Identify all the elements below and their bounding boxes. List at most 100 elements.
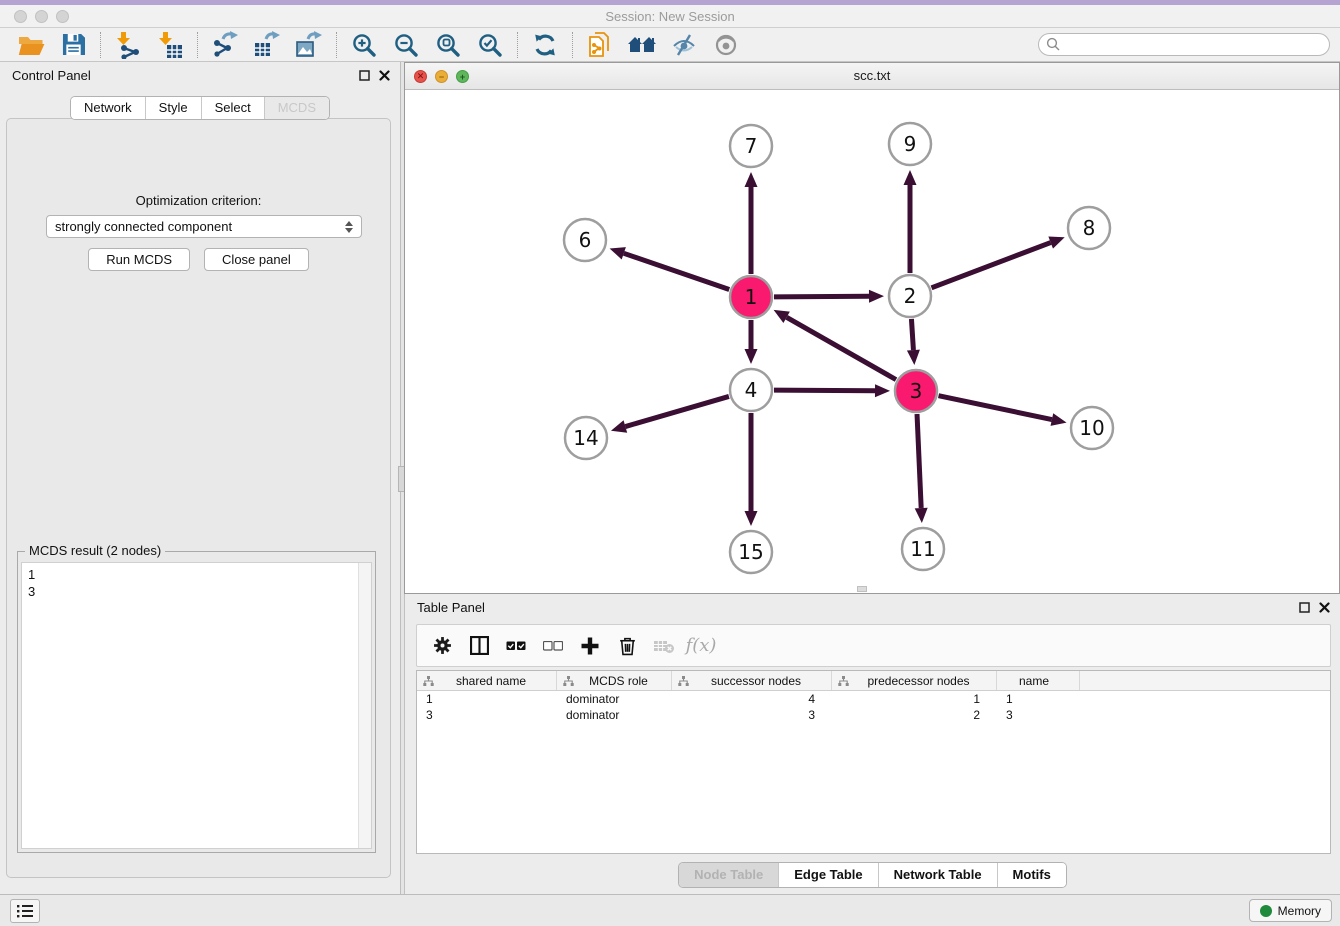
export-image-button[interactable] [293,30,325,60]
table-cell[interactable]: 1 [832,692,997,706]
hide-panel-button[interactable] [668,30,700,60]
float-panel-button[interactable] [359,70,370,81]
graph-edge-3-10[interactable] [939,396,1052,420]
network-window-titlebar[interactable]: ✕ − + scc.txt [405,63,1339,90]
column-header-shared-name[interactable]: shared name [417,671,557,690]
column-header-mcds-role[interactable]: MCDS role [557,671,672,690]
result-line: 3 [28,583,365,600]
table-cell[interactable]: 3 [672,708,832,722]
close-panel-button-mcds[interactable]: Close panel [204,248,309,271]
zoom-fit-icon [435,32,461,58]
column-header-successor-nodes[interactable]: successor nodes [672,671,832,690]
eye-slash-icon [671,32,697,58]
zoom-in-button[interactable] [348,30,380,60]
import-network-icon [114,31,142,59]
graph-edge-1-6[interactable] [624,253,729,289]
run-mcds-button[interactable]: Run MCDS [88,248,190,271]
column-header-name[interactable]: name [997,671,1080,690]
app-titlebar: Session: New Session [0,5,1340,28]
tab-edge-table[interactable]: Edge Table [779,863,878,887]
export-table-icon [253,31,281,59]
zoom-out-icon [393,32,419,58]
graph-node-label-2: 2 [904,284,917,308]
toolbar-separator [517,32,518,58]
search-icon [1046,37,1061,52]
memory-button[interactable]: Memory [1249,899,1332,922]
table-row[interactable]: 3dominator323 [417,707,1330,723]
plus-icon [581,637,599,655]
graph-edge-2-8[interactable] [932,243,1051,288]
export-table-button[interactable] [251,30,283,60]
main-toolbar [0,28,1340,62]
graph-edge-3-1[interactable] [787,317,896,379]
network-view-window: ✕ − + scc.txt 7968124314101511 [404,62,1340,594]
table-settings-button[interactable] [427,631,457,661]
table-cell[interactable]: 3 [417,708,557,722]
criterion-dropdown[interactable]: strongly connected component [46,215,362,238]
delete-table-button-disabled [649,631,679,661]
status-bar: Memory [0,894,1340,926]
tab-motifs[interactable]: Motifs [998,863,1066,887]
zoom-selected-button[interactable] [474,30,506,60]
graph-edge-2-3[interactable] [911,319,913,350]
mcds-result-textarea[interactable]: 13 [21,562,372,849]
task-list-icon [16,903,34,919]
float-icon [1299,602,1310,613]
network-overview-button[interactable] [626,30,658,60]
app-title: Session: New Session [0,9,1340,24]
graph-edge-4-14[interactable] [625,396,729,426]
tab-node-table[interactable]: Node Table [679,863,779,887]
network-canvas[interactable]: 7968124314101511 [405,90,1339,593]
export-image-icon [295,31,323,59]
deselect-all-button[interactable] [538,631,568,661]
deselect-all-icon [543,641,563,651]
function-builder-button-disabled: f(x) [686,631,716,661]
add-column-button[interactable] [575,631,605,661]
delete-column-button[interactable] [612,631,642,661]
zoom-fit-button[interactable] [432,30,464,60]
import-table-button[interactable] [154,30,186,60]
table-cell[interactable]: 2 [832,708,997,722]
table-cell[interactable]: 3 [997,708,1080,722]
mcds-result-group: MCDS result (2 nodes) 13 [17,551,376,853]
tab-network[interactable]: Network [71,97,146,119]
zoom-out-button[interactable] [390,30,422,60]
graph-edge-3-11[interactable] [917,414,921,508]
criterion-value: strongly connected component [55,219,345,234]
search-input[interactable] [1038,33,1330,56]
graph-edge-1-2[interactable] [774,296,869,297]
table-row[interactable]: 1dominator411 [417,691,1330,707]
show-panel-button[interactable] [710,30,742,60]
open-folder-icon [18,33,45,57]
show-columns-button[interactable] [464,631,494,661]
graph-node-label-1: 1 [745,285,758,309]
tab-select[interactable]: Select [202,97,265,119]
table-float-button[interactable] [1299,602,1310,613]
apply-style-button[interactable] [529,30,561,60]
close-panel-button[interactable] [379,70,390,81]
task-history-button[interactable] [10,899,40,923]
graph-edge-4-3[interactable] [774,390,875,391]
tab-network-table[interactable]: Network Table [879,863,998,887]
clone-network-button[interactable] [584,30,616,60]
table-cell[interactable]: 4 [672,692,832,706]
result-scrollbar[interactable] [358,563,371,848]
network-bottom-grip[interactable] [857,586,867,592]
tab-mcds[interactable]: MCDS [265,97,329,119]
houses-icon [627,33,657,57]
export-network-button[interactable] [209,30,241,60]
column-header-predecessor-nodes[interactable]: predecessor nodes [832,671,997,690]
table-cell[interactable]: 1 [997,692,1080,706]
import-network-button[interactable] [112,30,144,60]
save-session-button[interactable] [57,30,89,60]
table-cell[interactable]: dominator [557,708,672,722]
tab-style[interactable]: Style [146,97,202,119]
select-all-button[interactable] [501,631,531,661]
column-label: MCDS role [574,674,671,688]
table-close-button[interactable] [1319,602,1330,613]
table-cell[interactable]: dominator [557,692,672,706]
open-session-button[interactable] [15,30,47,60]
table-cell[interactable]: 1 [417,692,557,706]
graph-edge-arrow-4-14 [611,420,627,432]
column-label: shared name [434,674,556,688]
